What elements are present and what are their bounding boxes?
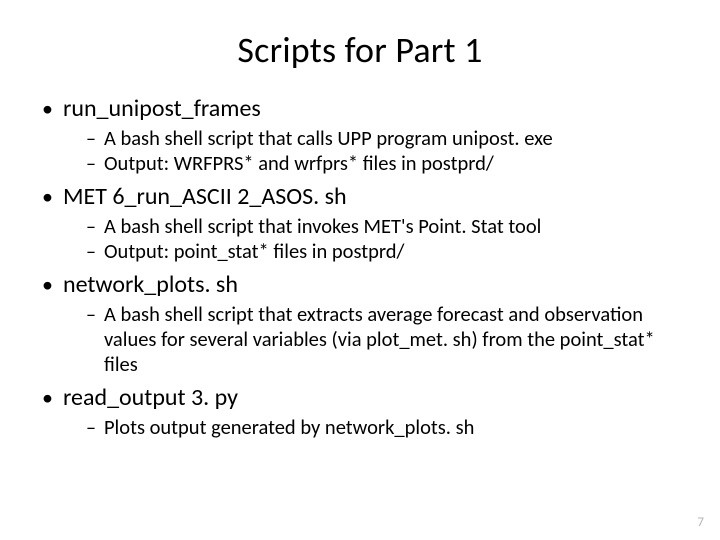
bullet-icon: • [42, 186, 53, 208]
list-item-label: read_output 3. py [63, 383, 238, 413]
bullet-icon: • [42, 387, 53, 409]
sub-list-item-label: A bash shell script that invokes MET's P… [104, 214, 541, 239]
list-item-label: network_plots. sh [63, 270, 238, 300]
sub-list-item: – A bash shell script that calls UPP pro… [86, 126, 680, 151]
sub-list-item-label: Plots output generated by network_plots.… [104, 415, 474, 440]
list-item: • MET 6_run_ASCII 2_ASOS. sh – A bash sh… [40, 182, 680, 264]
page-number: 7 [697, 515, 704, 530]
dash-icon: – [86, 152, 96, 176]
sub-list: – A bash shell script that extracts aver… [86, 302, 680, 377]
sub-list: – A bash shell script that calls UPP pro… [86, 126, 680, 176]
sub-list-item-label: Output: WRFPRS* and wrfprs* files in pos… [104, 151, 494, 176]
list-item-label: run_unipost_frames [63, 94, 261, 124]
list-item-row: • MET 6_run_ASCII 2_ASOS. sh [40, 182, 680, 212]
slide: Scripts for Part 1 • run_unipost_frames … [0, 0, 720, 540]
sub-list-item: – A bash shell script that invokes MET's… [86, 214, 680, 239]
dash-icon: – [86, 127, 96, 151]
bullet-list: • run_unipost_frames – A bash shell scri… [40, 94, 680, 440]
dash-icon: – [86, 240, 96, 264]
sub-list-item: – Output: point_stat* files in postprd/ [86, 239, 680, 264]
dash-icon: – [86, 416, 96, 440]
sub-list-item-label: Output: point_stat* files in postprd/ [104, 239, 405, 264]
sub-list: – Plots output generated by network_plot… [86, 415, 680, 440]
sub-list-item: – Output: WRFPRS* and wrfprs* files in p… [86, 151, 680, 176]
sub-list: – A bash shell script that invokes MET's… [86, 214, 680, 264]
list-item-row: • network_plots. sh [40, 270, 680, 300]
list-item: • run_unipost_frames – A bash shell scri… [40, 94, 680, 176]
list-item: • read_output 3. py – Plots output gener… [40, 383, 680, 440]
sub-list-item: – A bash shell script that extracts aver… [86, 302, 680, 377]
dash-icon: – [86, 303, 96, 327]
sub-list-item: – Plots output generated by network_plot… [86, 415, 680, 440]
sub-list-item-label: A bash shell script that calls UPP progr… [104, 126, 553, 151]
list-item-label: MET 6_run_ASCII 2_ASOS. sh [63, 182, 347, 212]
bullet-icon: • [42, 98, 53, 120]
slide-title: Scripts for Part 1 [40, 28, 680, 72]
list-item-row: • read_output 3. py [40, 383, 680, 413]
dash-icon: – [86, 215, 96, 239]
sub-list-item-label: A bash shell script that extracts averag… [104, 302, 680, 377]
list-item-row: • run_unipost_frames [40, 94, 680, 124]
list-item: • network_plots. sh – A bash shell scrip… [40, 270, 680, 377]
bullet-icon: • [42, 274, 53, 296]
